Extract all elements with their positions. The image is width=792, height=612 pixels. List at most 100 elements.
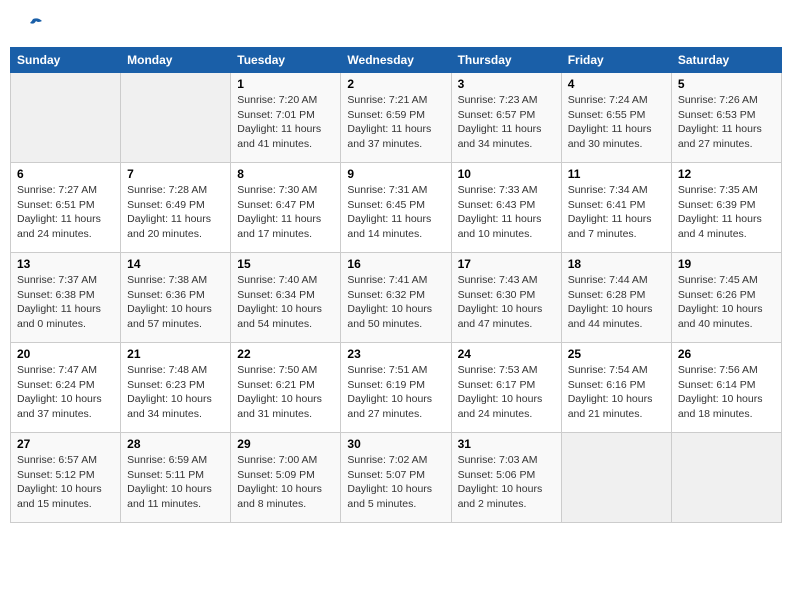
calendar-cell: 12 Sunrise: 7:35 AM Sunset: 6:39 PM Dayli… — [671, 163, 781, 253]
day-number: 18 — [568, 257, 665, 271]
calendar-cell: 29Sunrise: 7:00 AM Sunset: 5:09 PM Dayli… — [231, 433, 341, 523]
day-info: Sunrise: 7:30 AM Sunset: 6:47 PM Dayligh… — [237, 183, 334, 242]
col-header-wednesday: Wednesday — [341, 48, 451, 73]
day-number: 14 — [127, 257, 224, 271]
col-header-tuesday: Tuesday — [231, 48, 341, 73]
day-info: Sunrise: 7:54 AM Sunset: 6:16 PM Dayligh… — [568, 363, 665, 422]
calendar-week-4: 20 Sunrise: 7:47 AM Sunset: 6:24 PM Dayli… — [11, 343, 782, 433]
calendar-cell: 7 Sunrise: 7:28 AM Sunset: 6:49 PM Daylig… — [121, 163, 231, 253]
calendar-cell: 2 Sunrise: 7:21 AM Sunset: 6:59 PM Daylig… — [341, 73, 451, 163]
day-number: 31 — [458, 437, 555, 451]
calendar-cell: 3Sunrise: 7:23 AM Sunset: 6:57 PM Daylig… — [451, 73, 561, 163]
day-info: Sunrise: 6:57 AM Sunset: 5:12 PM Dayligh… — [17, 453, 114, 512]
calendar-cell: 22 Sunrise: 7:50 AM Sunset: 6:21 PM Dayli… — [231, 343, 341, 433]
day-info: Sunrise: 7:48 AM Sunset: 6:23 PM Dayligh… — [127, 363, 224, 422]
day-info: Sunrise: 7:02 AM Sunset: 5:07 PM Dayligh… — [347, 453, 444, 512]
day-info: Sunrise: 7:26 AM Sunset: 6:53 PM Dayligh… — [678, 93, 775, 152]
calendar-cell: 20 Sunrise: 7:47 AM Sunset: 6:24 PM Dayli… — [11, 343, 121, 433]
day-number: 6 — [17, 167, 114, 181]
day-info: Sunrise: 7:28 AM Sunset: 6:49 PM Dayligh… — [127, 183, 224, 242]
day-info: Sunrise: 7:27 AM Sunset: 6:51 PM Dayligh… — [17, 183, 114, 242]
day-number: 4 — [568, 77, 665, 91]
day-info: Sunrise: 6:59 AM Sunset: 5:11 PM Dayligh… — [127, 453, 224, 512]
calendar-cell: 14 Sunrise: 7:38 AM Sunset: 6:36 PM Dayli… — [121, 253, 231, 343]
day-info: Sunrise: 7:38 AM Sunset: 6:36 PM Dayligh… — [127, 273, 224, 332]
calendar-table: SundayMondayTuesdayWednesdayThursdayFrid… — [10, 47, 782, 523]
day-info: Sunrise: 7:00 AM Sunset: 5:09 PM Dayligh… — [237, 453, 334, 512]
day-number: 15 — [237, 257, 334, 271]
day-number: 12 — [678, 167, 775, 181]
day-number: 21 — [127, 347, 224, 361]
col-header-saturday: Saturday — [671, 48, 781, 73]
day-info: Sunrise: 7:37 AM Sunset: 6:38 PM Dayligh… — [17, 273, 114, 332]
col-header-monday: Monday — [121, 48, 231, 73]
calendar-cell — [121, 73, 231, 163]
day-number: 19 — [678, 257, 775, 271]
calendar-cell: 18 Sunrise: 7:44 AM Sunset: 6:28 PM Dayli… — [561, 253, 671, 343]
day-number: 30 — [347, 437, 444, 451]
day-number: 9 — [347, 167, 444, 181]
day-number: 25 — [568, 347, 665, 361]
calendar-cell — [561, 433, 671, 523]
day-info: Sunrise: 7:51 AM Sunset: 6:19 PM Dayligh… — [347, 363, 444, 422]
day-info: Sunrise: 7:47 AM Sunset: 6:24 PM Dayligh… — [17, 363, 114, 422]
calendar-cell: 30 Sunrise: 7:02 AM Sunset: 5:07 PM Dayli… — [341, 433, 451, 523]
day-number: 2 — [347, 77, 444, 91]
calendar-cell: 26Sunrise: 7:56 AM Sunset: 6:14 PM Dayli… — [671, 343, 781, 433]
logo — [20, 15, 44, 32]
day-info: Sunrise: 7:44 AM Sunset: 6:28 PM Dayligh… — [568, 273, 665, 332]
col-header-friday: Friday — [561, 48, 671, 73]
day-info: Sunrise: 7:34 AM Sunset: 6:41 PM Dayligh… — [568, 183, 665, 242]
calendar-cell: 1 Sunrise: 7:20 AM Sunset: 7:01 PM Daylig… — [231, 73, 341, 163]
day-info: Sunrise: 7:20 AM Sunset: 7:01 PM Dayligh… — [237, 93, 334, 152]
calendar-cell: 17Sunrise: 7:43 AM Sunset: 6:30 PM Dayli… — [451, 253, 561, 343]
calendar-cell — [671, 433, 781, 523]
calendar-cell: 15 Sunrise: 7:40 AM Sunset: 6:34 PM Dayli… — [231, 253, 341, 343]
calendar-cell: 6 Sunrise: 7:27 AM Sunset: 6:51 PM Daylig… — [11, 163, 121, 253]
calendar-week-2: 6 Sunrise: 7:27 AM Sunset: 6:51 PM Daylig… — [11, 163, 782, 253]
day-info: Sunrise: 7:35 AM Sunset: 6:39 PM Dayligh… — [678, 183, 775, 242]
col-header-sunday: Sunday — [11, 48, 121, 73]
logo-bird-icon — [22, 15, 44, 37]
day-number: 24 — [458, 347, 555, 361]
day-number: 20 — [17, 347, 114, 361]
day-info: Sunrise: 7:24 AM Sunset: 6:55 PM Dayligh… — [568, 93, 665, 152]
calendar-cell: 19Sunrise: 7:45 AM Sunset: 6:26 PM Dayli… — [671, 253, 781, 343]
day-info: Sunrise: 7:56 AM Sunset: 6:14 PM Dayligh… — [678, 363, 775, 422]
day-info: Sunrise: 7:41 AM Sunset: 6:32 PM Dayligh… — [347, 273, 444, 332]
calendar-cell: 25 Sunrise: 7:54 AM Sunset: 6:16 PM Dayli… — [561, 343, 671, 433]
calendar-cell: 11 Sunrise: 7:34 AM Sunset: 6:41 PM Dayli… — [561, 163, 671, 253]
day-info: Sunrise: 7:03 AM Sunset: 5:06 PM Dayligh… — [458, 453, 555, 512]
day-number: 22 — [237, 347, 334, 361]
calendar-cell: 27 Sunrise: 6:57 AM Sunset: 5:12 PM Dayli… — [11, 433, 121, 523]
day-number: 13 — [17, 257, 114, 271]
day-number: 8 — [237, 167, 334, 181]
calendar-cell: 5 Sunrise: 7:26 AM Sunset: 6:53 PM Daylig… — [671, 73, 781, 163]
calendar-cell: 9 Sunrise: 7:31 AM Sunset: 6:45 PM Daylig… — [341, 163, 451, 253]
day-number: 27 — [17, 437, 114, 451]
calendar-cell: 24 Sunrise: 7:53 AM Sunset: 6:17 PM Dayli… — [451, 343, 561, 433]
day-number: 11 — [568, 167, 665, 181]
calendar-cell: 21 Sunrise: 7:48 AM Sunset: 6:23 PM Dayli… — [121, 343, 231, 433]
calendar-week-3: 13 Sunrise: 7:37 AM Sunset: 6:38 PM Dayli… — [11, 253, 782, 343]
day-number: 1 — [237, 77, 334, 91]
day-info: Sunrise: 7:40 AM Sunset: 6:34 PM Dayligh… — [237, 273, 334, 332]
col-header-thursday: Thursday — [451, 48, 561, 73]
day-number: 17 — [458, 257, 555, 271]
page-header — [10, 10, 782, 37]
day-info: Sunrise: 7:21 AM Sunset: 6:59 PM Dayligh… — [347, 93, 444, 152]
day-number: 7 — [127, 167, 224, 181]
calendar-cell — [11, 73, 121, 163]
day-info: Sunrise: 7:50 AM Sunset: 6:21 PM Dayligh… — [237, 363, 334, 422]
day-number: 23 — [347, 347, 444, 361]
calendar-week-5: 27 Sunrise: 6:57 AM Sunset: 5:12 PM Dayli… — [11, 433, 782, 523]
day-number: 5 — [678, 77, 775, 91]
day-info: Sunrise: 7:31 AM Sunset: 6:45 PM Dayligh… — [347, 183, 444, 242]
calendar-cell: 23 Sunrise: 7:51 AM Sunset: 6:19 PM Dayli… — [341, 343, 451, 433]
calendar-cell: 16 Sunrise: 7:41 AM Sunset: 6:32 PM Dayli… — [341, 253, 451, 343]
calendar-cell: 10Sunrise: 7:33 AM Sunset: 6:43 PM Dayli… — [451, 163, 561, 253]
calendar-cell: 31 Sunrise: 7:03 AM Sunset: 5:06 PM Dayli… — [451, 433, 561, 523]
day-info: Sunrise: 7:53 AM Sunset: 6:17 PM Dayligh… — [458, 363, 555, 422]
day-number: 16 — [347, 257, 444, 271]
calendar-cell: 4 Sunrise: 7:24 AM Sunset: 6:55 PM Daylig… — [561, 73, 671, 163]
